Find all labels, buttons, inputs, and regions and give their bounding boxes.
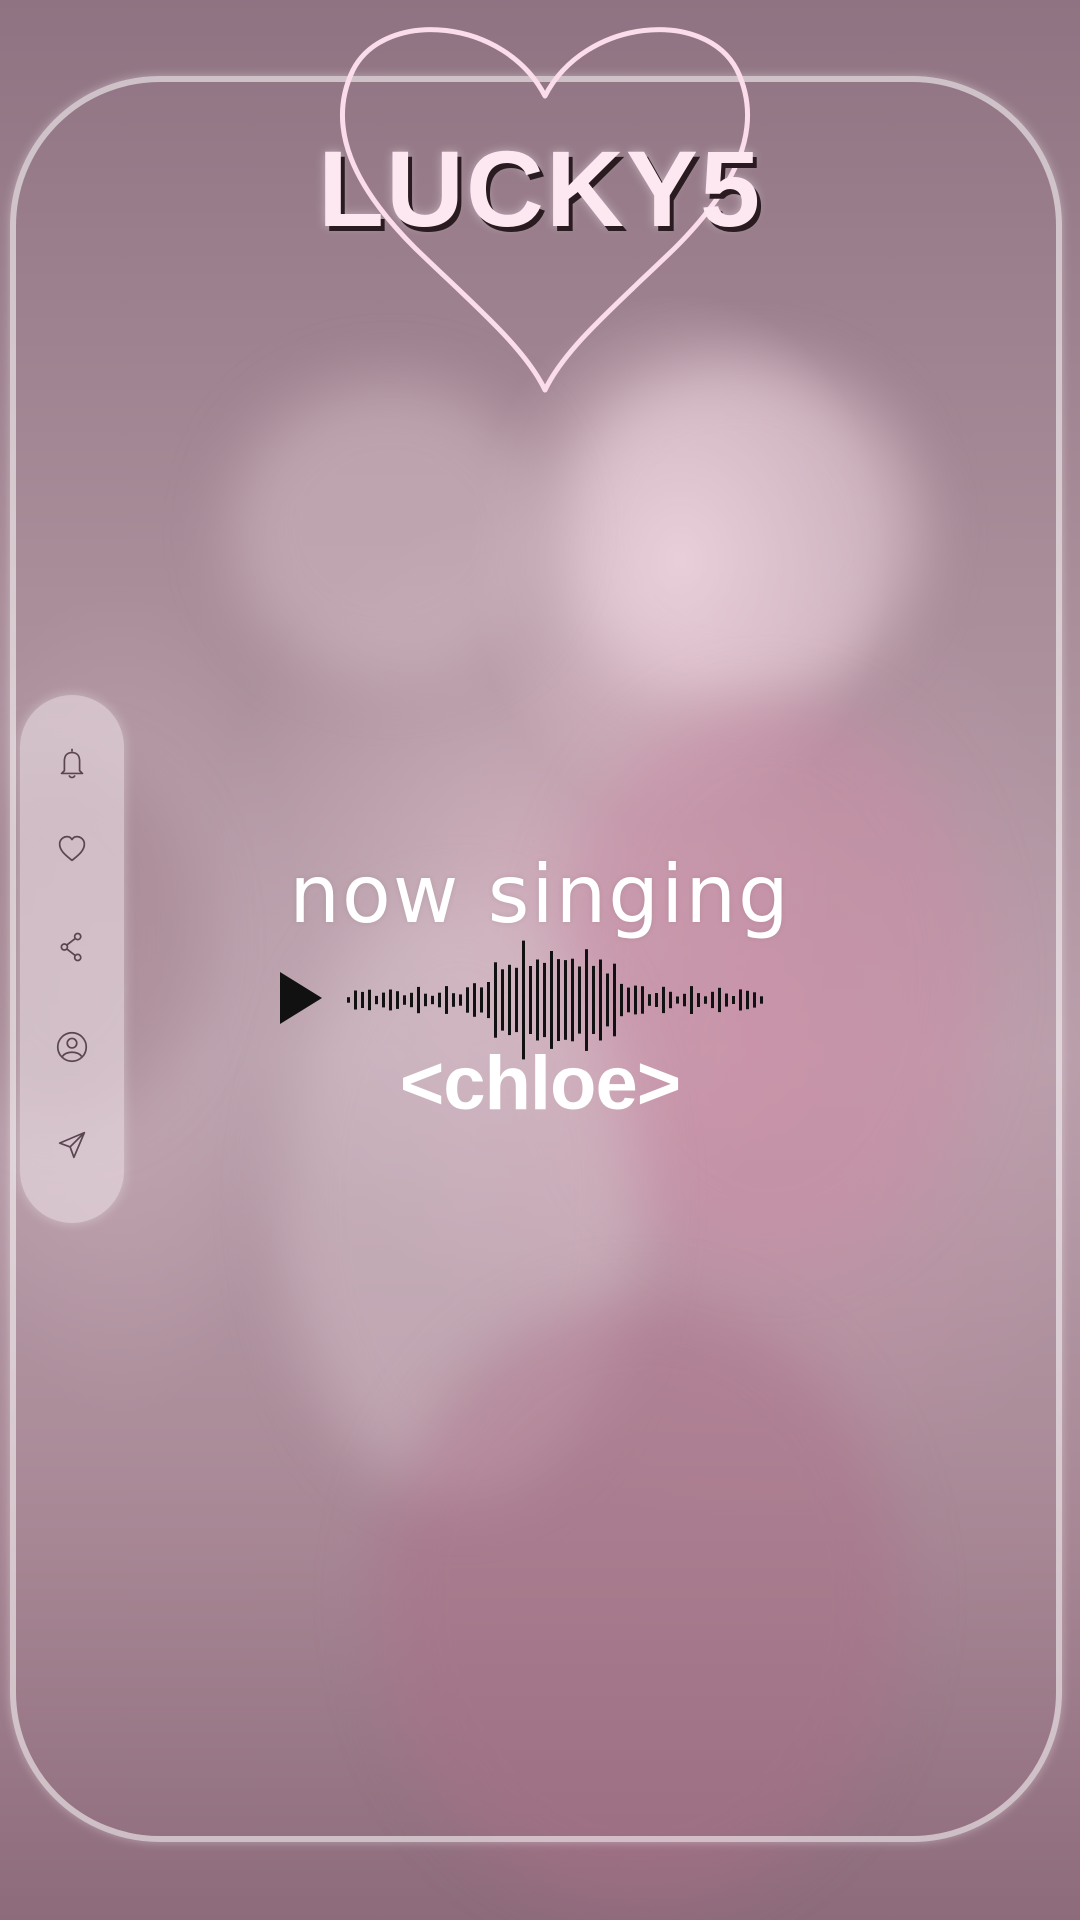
- waveform-bar: [396, 991, 399, 1009]
- waveform-bar: [585, 949, 588, 1051]
- waveform-bar: [466, 987, 469, 1013]
- waveform-bar: [410, 992, 413, 1008]
- waveform-bar: [641, 986, 644, 1014]
- waveform-bar: [571, 958, 574, 1042]
- waveform-bar: [368, 989, 371, 1011]
- waveform-bar: [382, 992, 385, 1008]
- waveform-bar: [536, 959, 539, 1041]
- screen: LUCKY5 now singing <chloe>: [0, 0, 1080, 1920]
- waveform-bar: [599, 959, 602, 1041]
- waveform-bar: [389, 989, 392, 1011]
- waveform-bar: [620, 983, 623, 1017]
- waveform-bar: [508, 964, 511, 1036]
- waveform-bar: [403, 995, 406, 1005]
- bell-icon: [60, 748, 84, 779]
- waveform-bar: [501, 969, 504, 1031]
- waveform-bar: [676, 996, 679, 1004]
- waveform-bar: [480, 987, 483, 1013]
- waveform-bar: [648, 994, 651, 1006]
- waveform-bar: [438, 992, 441, 1008]
- waveform-bar: [753, 992, 756, 1008]
- waveform-bar: [725, 993, 728, 1007]
- song-title: <chloe>: [399, 1041, 681, 1126]
- waveform-bar: [634, 985, 637, 1015]
- waveform-bar: [592, 965, 595, 1034]
- waveform-bar: [627, 987, 630, 1013]
- waveform-bar: [347, 997, 350, 1003]
- waveform-bar: [564, 960, 567, 1040]
- waveform-bar: [494, 962, 497, 1038]
- waveform-bar: [669, 991, 672, 1009]
- waveform-bar: [739, 989, 742, 1011]
- waveform-bar: [704, 996, 707, 1004]
- waveform-bar: [606, 973, 609, 1027]
- waveform-bar: [732, 996, 735, 1004]
- waveform-bar: [662, 986, 665, 1014]
- waveform-bar: [431, 995, 434, 1005]
- waveform-bar: [760, 996, 763, 1004]
- waveform-bar: [515, 967, 518, 1033]
- send-icon: [58, 1131, 86, 1159]
- waveform-bar: [550, 951, 553, 1049]
- waveform-bar: [487, 982, 490, 1019]
- waveform-bar: [711, 991, 714, 1009]
- brand-title: LUCKY5: [317, 128, 763, 249]
- waveform-bar: [683, 993, 686, 1007]
- waveform-bar: [354, 990, 357, 1010]
- play-icon[interactable]: [278, 970, 324, 1026]
- waveform-bar: [459, 994, 462, 1006]
- waveform-bar: [718, 987, 721, 1013]
- waveform-bar: [746, 990, 749, 1010]
- waveform-bar: [557, 959, 560, 1041]
- now-singing-label: now singing: [289, 848, 791, 941]
- waveform-bar: [375, 995, 378, 1005]
- waveform-bar: [655, 993, 658, 1007]
- waveform-bar: [543, 962, 546, 1038]
- waveform-bar: [578, 966, 581, 1034]
- waveform-bar: [613, 963, 616, 1037]
- waveform-bar: [445, 986, 448, 1014]
- waveform-bar: [424, 993, 427, 1007]
- waveform-bar: [361, 991, 364, 1008]
- waveform-bar: [452, 993, 455, 1007]
- sidebar: [20, 695, 124, 1223]
- waveform-bar: [529, 966, 532, 1034]
- waveform-bar: [417, 986, 420, 1014]
- waveform-bar: [473, 983, 476, 1017]
- waveform-bar: [690, 986, 693, 1014]
- notifications-button[interactable]: [42, 733, 102, 793]
- waveform-bar: [697, 993, 700, 1007]
